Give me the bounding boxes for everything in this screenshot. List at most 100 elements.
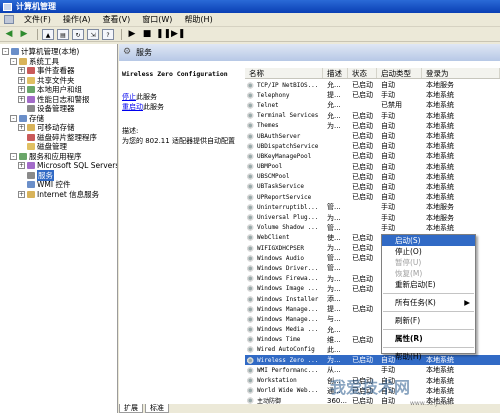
tree-item[interactable]: + Internet 信息服务 bbox=[18, 190, 99, 199]
collapse-icon[interactable]: - bbox=[10, 57, 17, 65]
collapse-icon[interactable]: - bbox=[10, 152, 17, 160]
menu-help[interactable]: 帮助(H) bbox=[178, 14, 218, 25]
export-icon[interactable]: ⇲ bbox=[87, 28, 99, 40]
service-row[interactable]: UBAuthServer 已启动 自动 本地系统 bbox=[245, 131, 500, 141]
service-gear-icon bbox=[247, 254, 255, 262]
watermark-url: www.52ij.com bbox=[410, 400, 452, 407]
menu-resume[interactable]: 恢复(M) bbox=[382, 268, 475, 279]
service-row[interactable]: UBSCMPool 已启动 自动 本地系统 bbox=[245, 172, 500, 182]
service-name: TCP/IP NetBIOS... bbox=[257, 81, 319, 89]
tree-item[interactable]: + Microsoft SQL Servers bbox=[18, 161, 117, 170]
menu-window[interactable]: 窗口(W) bbox=[136, 14, 178, 25]
back-icon[interactable]: ◀ bbox=[3, 29, 15, 40]
service-row[interactable]: UPReportService 已启动 自动 本地系统 bbox=[245, 192, 500, 202]
service-description: 允... bbox=[327, 325, 341, 334]
stop-link-suffix: 此服务 bbox=[136, 93, 157, 101]
tree-item[interactable]: 设备管理器 bbox=[18, 104, 75, 113]
service-gear-icon bbox=[247, 224, 255, 232]
service-name-cell: Windows Time bbox=[245, 336, 323, 344]
menu-refresh[interactable]: 刷新(F) bbox=[382, 315, 475, 326]
service-row[interactable]: UBMPool 已启动 自动 本地系统 bbox=[245, 162, 500, 172]
service-gear-icon bbox=[247, 295, 255, 303]
column-status[interactable]: 状态 bbox=[348, 68, 377, 78]
service-row[interactable]: Telnet 允... 已禁用 本地系统 bbox=[245, 100, 500, 110]
restart-service-link[interactable]: 重启动 bbox=[122, 103, 143, 111]
column-logon-as[interactable]: 登录为 bbox=[422, 68, 500, 78]
service-row[interactable]: UBDispatchService 已启动 自动 本地系统 bbox=[245, 141, 500, 151]
forward-icon[interactable]: ▶ bbox=[18, 29, 30, 40]
expand-icon[interactable]: + bbox=[18, 95, 25, 103]
expand-icon[interactable]: + bbox=[18, 86, 25, 93]
up-icon[interactable]: ▲ bbox=[42, 28, 54, 40]
stop-service-link[interactable]: 停止 bbox=[122, 93, 136, 101]
tree-node-icon bbox=[11, 48, 19, 55]
service-name: Windows Firewa... bbox=[257, 275, 319, 283]
menu-stop[interactable]: 停止(O) bbox=[382, 246, 475, 257]
service-row[interactable]: UBKeyManagePool 已启动 自动 本地系统 bbox=[245, 151, 500, 161]
service-name-cell: UBDispatchService bbox=[245, 142, 323, 150]
tab-extended[interactable]: 扩展 bbox=[119, 404, 143, 413]
service-name-cell: Uninterruptibl... bbox=[245, 203, 323, 211]
menu-restart[interactable]: 重新启动(E) bbox=[382, 279, 475, 290]
menu-help[interactable]: 帮助(H) bbox=[382, 351, 475, 362]
system-menu-icon[interactable] bbox=[4, 15, 14, 24]
column-description[interactable]: 描述 bbox=[323, 68, 348, 78]
refresh-icon[interactable]: ↻ bbox=[72, 28, 84, 40]
collapse-icon[interactable]: - bbox=[2, 48, 9, 55]
service-row[interactable]: Terminal Services 允... 已启动 手动 本地系统 bbox=[245, 111, 500, 121]
service-gear-icon bbox=[247, 173, 255, 181]
service-startup-type: 自动 bbox=[381, 132, 395, 141]
tab-standard[interactable]: 标准 bbox=[145, 404, 169, 413]
service-gear-icon bbox=[247, 91, 255, 99]
service-status: 已启动 bbox=[352, 81, 373, 90]
properties-icon[interactable]: ▤ bbox=[57, 28, 69, 40]
restart-icon[interactable]: ▶❚ bbox=[171, 29, 185, 40]
service-gear-icon bbox=[247, 132, 255, 140]
service-row[interactable]: Telephony 提... 已启动 手动 本地系统 bbox=[245, 90, 500, 100]
service-gear-icon bbox=[247, 203, 255, 211]
description-label: 描述: bbox=[122, 127, 139, 135]
expand-icon[interactable]: + bbox=[18, 162, 25, 169]
service-logon: 本地服务 bbox=[426, 213, 454, 222]
pause-icon[interactable]: ❚❚ bbox=[156, 29, 171, 40]
service-row[interactable]: Universal Plug... 为... 手动 本地服务 bbox=[245, 212, 500, 222]
service-logon: 本地系统 bbox=[426, 111, 454, 120]
service-row[interactable]: Volume Shadow ... 管... 手动 本地系统 bbox=[245, 223, 500, 233]
column-name[interactable]: 名称 bbox=[245, 68, 323, 78]
service-gear-icon bbox=[247, 366, 255, 374]
expand-icon[interactable]: + bbox=[18, 67, 25, 74]
menu-file[interactable]: 文件(F) bbox=[18, 14, 57, 25]
expand-icon[interactable]: + bbox=[18, 190, 25, 198]
service-description: 管... bbox=[327, 203, 341, 212]
tree-node-icon bbox=[27, 171, 35, 179]
collapse-icon[interactable]: - bbox=[10, 114, 17, 122]
service-row[interactable]: TCP/IP NetBIOS... 允... 已启动 自动 本地服务 bbox=[245, 80, 500, 90]
service-gear-icon bbox=[247, 326, 255, 334]
menu-view[interactable]: 查看(V) bbox=[97, 14, 137, 25]
stop-icon[interactable]: ■ bbox=[141, 29, 153, 40]
expand-icon[interactable]: + bbox=[18, 76, 25, 84]
menu-properties[interactable]: 属性(R) bbox=[382, 333, 475, 344]
tree-item[interactable]: - 服务和应用程序 bbox=[10, 152, 82, 161]
restart-link-suffix: 此服务 bbox=[143, 103, 164, 111]
service-description: 添... bbox=[327, 295, 341, 304]
service-gear-icon bbox=[247, 346, 255, 354]
help-icon[interactable]: ? bbox=[102, 28, 114, 40]
toolbar-separator bbox=[37, 28, 38, 40]
menu-pause[interactable]: 暂停(U) bbox=[382, 257, 475, 268]
service-logon: 本地系统 bbox=[426, 152, 454, 161]
menu-start[interactable]: 启动(S) bbox=[382, 235, 475, 246]
play-icon[interactable]: ▶ bbox=[126, 29, 138, 40]
service-name: Windows Installer bbox=[257, 295, 319, 303]
service-row[interactable]: Themes 为... 已启动 自动 本地系统 bbox=[245, 121, 500, 131]
service-name-cell: UPReportService bbox=[245, 193, 323, 201]
services-gear-icon: ⚙ bbox=[123, 47, 132, 57]
service-description: 与... bbox=[327, 315, 341, 324]
service-row[interactable]: Uninterruptibl... 管... 手动 本地服务 bbox=[245, 202, 500, 212]
menu-all-tasks[interactable]: 所有任务(K) ▶ bbox=[382, 297, 475, 308]
service-name-cell: TCP/IP NetBIOS... bbox=[245, 81, 323, 89]
column-startup-type[interactable]: 启动类型 bbox=[377, 68, 422, 78]
menu-action[interactable]: 操作(A) bbox=[57, 14, 97, 25]
service-row[interactable]: UBTaskService 已启动 自动 本地系统 bbox=[245, 182, 500, 192]
expand-icon[interactable]: + bbox=[18, 124, 25, 131]
